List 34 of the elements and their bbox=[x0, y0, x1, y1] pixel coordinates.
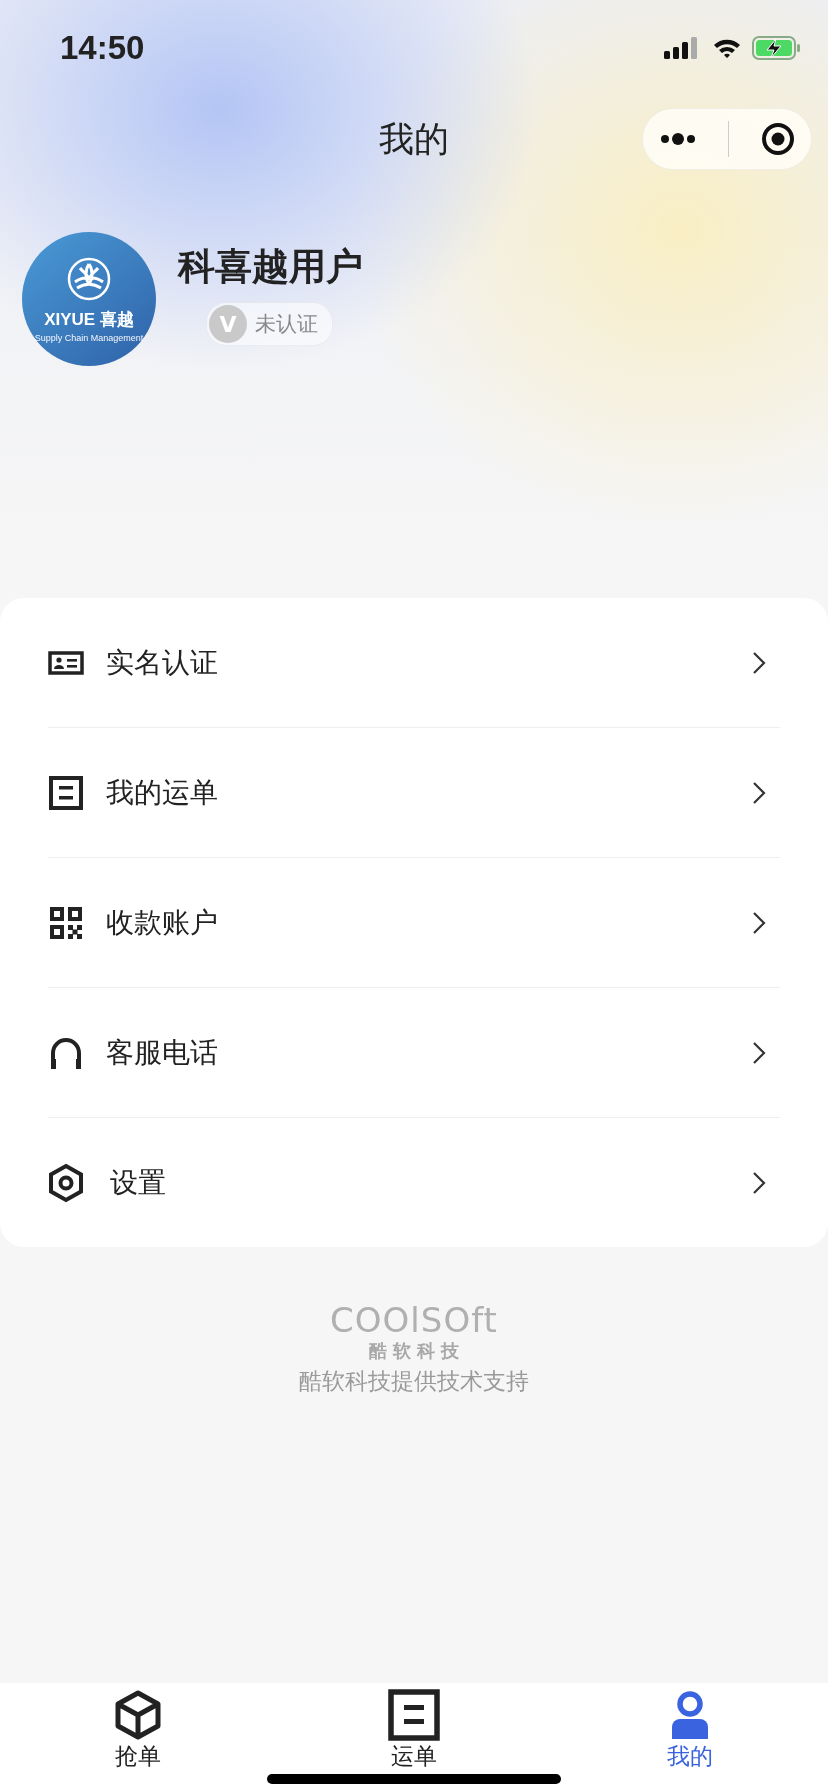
chevron-right-icon bbox=[752, 650, 766, 675]
menu-label: 实名认证 bbox=[106, 644, 219, 681]
user-name: 科喜越用户 bbox=[178, 244, 363, 290]
logo-text: XIYUE 喜越 bbox=[44, 308, 134, 331]
wifi-icon bbox=[712, 37, 742, 59]
menu-label: 我的运单 bbox=[106, 774, 219, 811]
tab[interactable]: 运单 bbox=[276, 1683, 552, 1792]
menu-item[interactable]: 设置 bbox=[48, 1118, 780, 1247]
battery-charging-icon bbox=[752, 36, 802, 60]
settings-icon bbox=[46, 1162, 86, 1203]
verification-status: 未认证 bbox=[255, 311, 318, 338]
company-logo-subtitle: 酷 软 科 技 bbox=[368, 1339, 460, 1363]
qr-code-icon bbox=[48, 904, 84, 941]
document-icon bbox=[48, 774, 84, 811]
chevron-right-icon bbox=[752, 1170, 766, 1195]
tab[interactable]: 抢单 bbox=[0, 1683, 276, 1792]
company-logo-text: COOlSOft bbox=[330, 1301, 498, 1339]
document-icon bbox=[388, 1689, 440, 1741]
menu-item[interactable]: 收款账户 bbox=[48, 858, 780, 987]
menu-item[interactable]: 实名认证 bbox=[48, 598, 780, 727]
chevron-right-icon bbox=[752, 910, 766, 935]
menu-label: 收款账户 bbox=[106, 904, 219, 941]
chevron-right-icon bbox=[752, 780, 766, 805]
logo-tagline: Supply Chain Management bbox=[34, 332, 144, 343]
close-target-icon[interactable] bbox=[759, 121, 796, 157]
support-text: 酷软科技提供技术支持 bbox=[299, 1367, 529, 1396]
menu-label: 设置 bbox=[110, 1164, 167, 1201]
chevron-right-icon bbox=[752, 1040, 766, 1065]
status-time: 14:50 bbox=[60, 29, 145, 67]
menu-item[interactable]: 我的运单 bbox=[48, 728, 780, 857]
menu-item[interactable]: 客服电话 bbox=[48, 988, 780, 1117]
tab[interactable]: 我的 bbox=[552, 1683, 828, 1792]
page-title: 我的 bbox=[379, 117, 449, 161]
menu-label: 客服电话 bbox=[106, 1034, 219, 1071]
